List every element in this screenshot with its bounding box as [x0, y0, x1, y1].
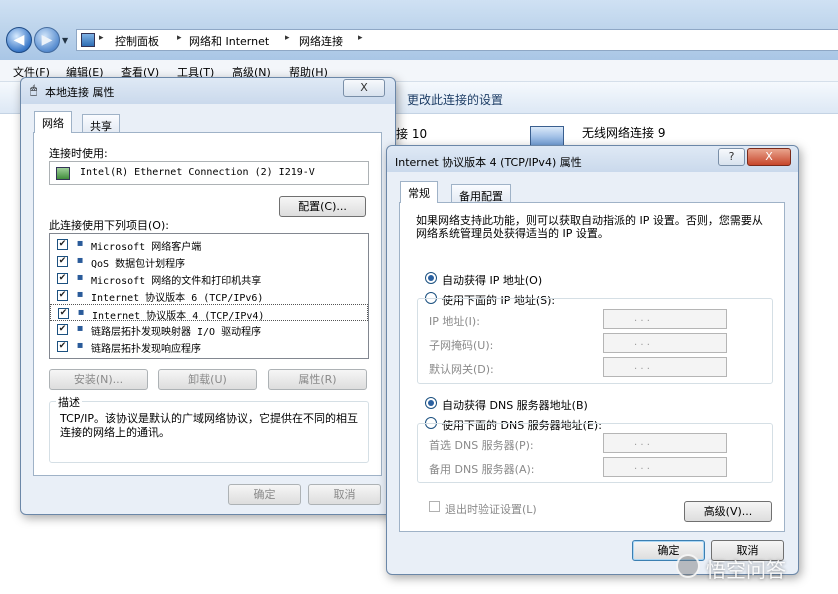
item-label: 链路层拓扑发现响应程序 — [91, 344, 201, 355]
breadcrumb-item[interactable]: 控制面板 — [115, 33, 159, 49]
items-list[interactable]: ✔ ▪ Microsoft 网络客户端 ✔ ▪ QoS 数据包计划程序 ✔ ▪ Microsof… — [49, 233, 369, 359]
component-icon: ▪ — [76, 255, 84, 266]
uninstall-button[interactable]: 卸载(U) — [158, 369, 257, 390]
component-icon: ▪ — [76, 238, 84, 249]
history-chevron-icon[interactable]: ▼ — [62, 36, 68, 45]
wireless-connection-label[interactable]: 无线网络连接 9 — [582, 124, 665, 141]
close-button[interactable]: X — [343, 79, 385, 97]
items-label: 此连接使用下列项目(O): — [49, 219, 169, 232]
alternate-dns-label: 备用 DNS 服务器(A): — [429, 463, 535, 476]
breadcrumb-arrow-icon: ▸ — [285, 33, 290, 43]
local-connection-properties-dialog: 🖱 本地连接 属性 X 网络 共享 连接时使用: Intel(R) Ethern… — [20, 77, 396, 515]
component-icon: ▪ — [76, 272, 84, 283]
item-checkbox[interactable]: ✔ — [57, 273, 68, 284]
item-label: 链路层拓扑发现映射器 I/O 驱动程序 — [91, 327, 262, 338]
intro-text: 如果网络支持此功能，则可以获取自动指派的 IP 设置。否则，您需要从网络系统管理… — [416, 214, 763, 240]
configure-button[interactable]: 配置(C)... — [279, 196, 366, 217]
list-item[interactable]: ✔ ▪ QoS 数据包计划程序 — [50, 253, 368, 270]
address-bar[interactable]: ▸ 控制面板 ▸ 网络和 Internet ▸ 网络连接 ▸ — [76, 29, 838, 51]
back-button[interactable]: ◀ — [6, 27, 32, 53]
component-icon: ▪ — [76, 323, 84, 334]
ethernet-adapter-icon — [56, 167, 70, 180]
subnet-mask-field[interactable]: . . . — [603, 333, 727, 353]
adapter-box: Intel(R) Ethernet Connection (2) I219-V — [49, 161, 369, 185]
item-checkbox[interactable]: ✔ — [57, 341, 68, 352]
breadcrumb-item[interactable]: 网络和 Internet — [189, 33, 269, 49]
cancel-button[interactable]: 取消 — [308, 484, 381, 505]
install-button[interactable]: 安装(N)... — [49, 369, 148, 390]
ok-button[interactable]: 确定 — [228, 484, 301, 505]
tab-alternate-config[interactable]: 备用配置 — [451, 184, 511, 203]
item-checkbox[interactable]: ✔ — [57, 324, 68, 335]
item-checkbox[interactable]: ✔ — [57, 290, 68, 301]
dialog-title: 本地连接 属性 — [45, 86, 115, 99]
subnet-mask-label: 子网掩码(U): — [429, 339, 494, 352]
connection-item-label[interactable]: 接 10 — [396, 125, 427, 142]
description-text: TCP/IP。该协议是默认的广域网络协议，它提供在不同的相互连接的网络上的通讯。 — [60, 412, 358, 439]
tab-network[interactable]: 网络 — [34, 111, 72, 133]
watermark-text: 悟空问答 — [706, 558, 786, 582]
validate-checkbox[interactable] — [429, 501, 440, 512]
tab-general[interactable]: 常规 — [400, 181, 438, 203]
item-label: Internet 协议版本 6 (TCP/IPv6) — [91, 293, 264, 304]
list-item[interactable]: ✔ ▪ Microsoft 网络的文件和打印机共享 — [50, 270, 368, 287]
component-icon: ▪ — [77, 307, 85, 318]
preferred-dns-field[interactable]: . . . — [603, 433, 727, 453]
auto-ip-label[interactable]: 自动获得 IP 地址(O) — [442, 272, 542, 288]
auto-ip-radio[interactable] — [425, 272, 437, 284]
ipv4-properties-dialog: Internet 协议版本 4 (TCP/IPv4) 属性 ? X 常规 备用配… — [386, 145, 799, 575]
list-item[interactable]: ✔ ▪ 链路层拓扑发现映射器 I/O 驱动程序 — [50, 321, 368, 338]
adapter-name: Intel(R) Ethernet Connection (2) I219-V — [80, 167, 315, 178]
item-label: Microsoft 网络客户端 — [91, 242, 202, 253]
dialog-titlebar: 🖱 本地连接 属性 X — [21, 78, 395, 104]
tab-sharing[interactable]: 共享 — [82, 114, 120, 133]
network-adapter-icon: 🖱 — [30, 83, 38, 97]
connect-using-label: 连接时使用: — [49, 147, 108, 160]
validate-label: 退出时验证设置(L) — [445, 503, 537, 516]
item-checkbox[interactable]: ✔ — [57, 239, 68, 250]
forward-button[interactable]: ▶ — [34, 27, 60, 53]
help-button[interactable]: ? — [718, 148, 745, 166]
breadcrumb-arrow-icon: ▸ — [177, 33, 182, 43]
item-label: Internet 协议版本 4 (TCP/IPv4) — [92, 311, 265, 322]
list-item[interactable]: ✔ ▪ Microsoft 网络客户端 — [50, 236, 368, 253]
default-gateway-field[interactable]: . . . — [603, 357, 727, 377]
breadcrumb-arrow-icon: ▸ — [358, 33, 363, 43]
breadcrumb-item[interactable]: 网络连接 — [299, 33, 343, 49]
component-icon: ▪ — [76, 340, 84, 351]
item-checkbox[interactable]: ✔ — [58, 308, 69, 319]
close-button[interactable]: X — [747, 148, 791, 166]
dialog-title: Internet 协议版本 4 (TCP/IPv4) 属性 — [395, 156, 582, 169]
breadcrumb-arrow-icon: ▸ — [99, 33, 104, 43]
network-tab-panel: 连接时使用: Intel(R) Ethernet Connection (2) … — [33, 132, 382, 476]
alternate-dns-field[interactable]: . . . — [603, 457, 727, 477]
general-tab-panel: 如果网络支持此功能，则可以获取自动指派的 IP 设置。否则，您需要从网络系统管理… — [399, 202, 785, 532]
item-label: Microsoft 网络的文件和打印机共享 — [91, 276, 262, 287]
description-label: 描述 — [56, 394, 82, 410]
auto-dns-radio[interactable] — [425, 397, 437, 409]
default-gateway-label: 默认网关(D): — [429, 363, 494, 376]
ip-address-label: IP 地址(I): — [429, 315, 480, 328]
list-item[interactable]: ✔ ▪ Internet 协议版本 4 (TCP/IPv4) — [50, 304, 368, 322]
preferred-dns-label: 首选 DNS 服务器(P): — [429, 439, 534, 452]
item-checkbox[interactable]: ✔ — [57, 256, 68, 267]
dialog-titlebar: Internet 协议版本 4 (TCP/IPv4) 属性 ? X — [387, 146, 798, 172]
ip-address-field[interactable]: . . . — [603, 309, 727, 329]
item-label: QoS 数据包计划程序 — [91, 259, 186, 270]
description-group: 描述 TCP/IP。该协议是默认的广域网络协议，它提供在不同的相互连接的网络上的… — [49, 394, 369, 463]
watermark-logo-icon — [676, 554, 700, 578]
control-panel-icon — [81, 33, 95, 47]
advanced-button[interactable]: 高级(V)... — [684, 501, 772, 522]
change-settings-command[interactable]: 更改此连接的设置 — [407, 91, 503, 108]
list-item[interactable]: ✔ ▪ Internet 协议版本 6 (TCP/IPv6) — [50, 287, 368, 304]
list-item[interactable]: ✔ ▪ 链路层拓扑发现响应程序 — [50, 338, 368, 355]
properties-button[interactable]: 属性(R) — [268, 369, 367, 390]
auto-dns-label[interactable]: 自动获得 DNS 服务器地址(B) — [442, 397, 588, 413]
component-icon: ▪ — [76, 289, 84, 300]
